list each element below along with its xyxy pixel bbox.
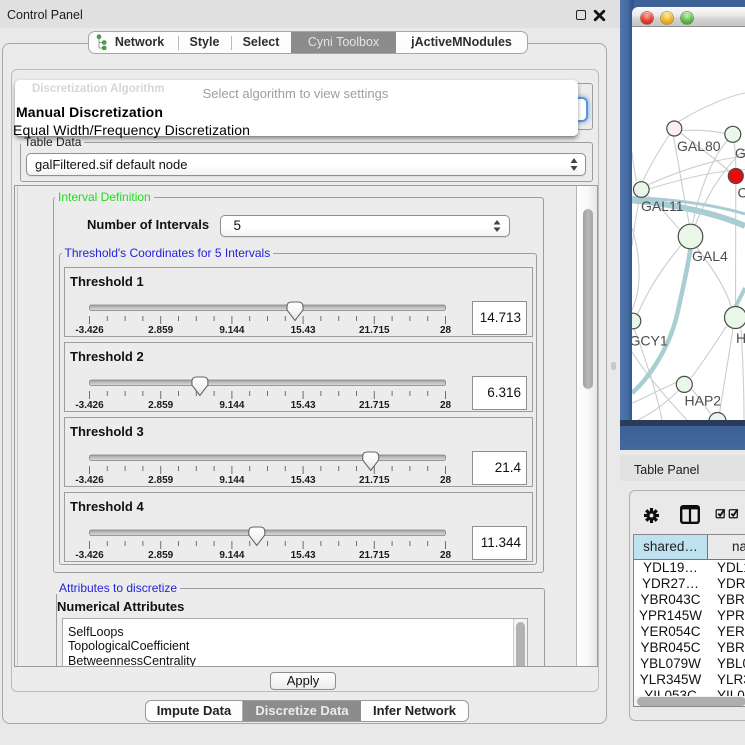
svg-text:28: 28 [439, 400, 451, 411]
svg-text:21.715: 21.715 [359, 325, 390, 336]
svg-text:2.859: 2.859 [148, 475, 173, 486]
svg-text:2.859: 2.859 [148, 325, 173, 336]
svg-text:21.715: 21.715 [359, 400, 390, 411]
svg-text:HAP2: HAP2 [685, 393, 722, 409]
svg-text:9.144: 9.144 [219, 550, 244, 561]
svg-text:28: 28 [439, 550, 451, 561]
svg-text:2.859: 2.859 [148, 400, 173, 411]
svg-text:GAL80: GAL80 [677, 138, 721, 154]
svg-text:15.43: 15.43 [290, 400, 315, 411]
svg-text:2.859: 2.859 [148, 550, 173, 561]
svg-text:15.43: 15.43 [290, 550, 315, 561]
svg-text:15.43: 15.43 [290, 325, 315, 336]
svg-text:GA: GA [735, 145, 745, 161]
svg-text:9.144: 9.144 [219, 400, 244, 411]
svg-text:-3.426: -3.426 [75, 325, 104, 336]
svg-text:9.144: 9.144 [219, 325, 244, 336]
svg-text:H: H [736, 330, 745, 346]
svg-text:9.144: 9.144 [219, 475, 244, 486]
svg-text:28: 28 [439, 475, 451, 486]
svg-text:15.43: 15.43 [290, 475, 315, 486]
svg-text:GCY1: GCY1 [632, 333, 668, 349]
svg-text:GAL11: GAL11 [641, 198, 684, 214]
svg-text:-3.426: -3.426 [75, 550, 104, 561]
svg-text:-3.426: -3.426 [75, 475, 104, 486]
svg-text:21.715: 21.715 [359, 475, 390, 486]
svg-text:21.715: 21.715 [359, 550, 390, 561]
svg-text:28: 28 [439, 325, 451, 336]
svg-text:C: C [738, 185, 745, 201]
svg-text:GAL4: GAL4 [692, 248, 728, 264]
svg-text:-3.426: -3.426 [75, 400, 104, 411]
